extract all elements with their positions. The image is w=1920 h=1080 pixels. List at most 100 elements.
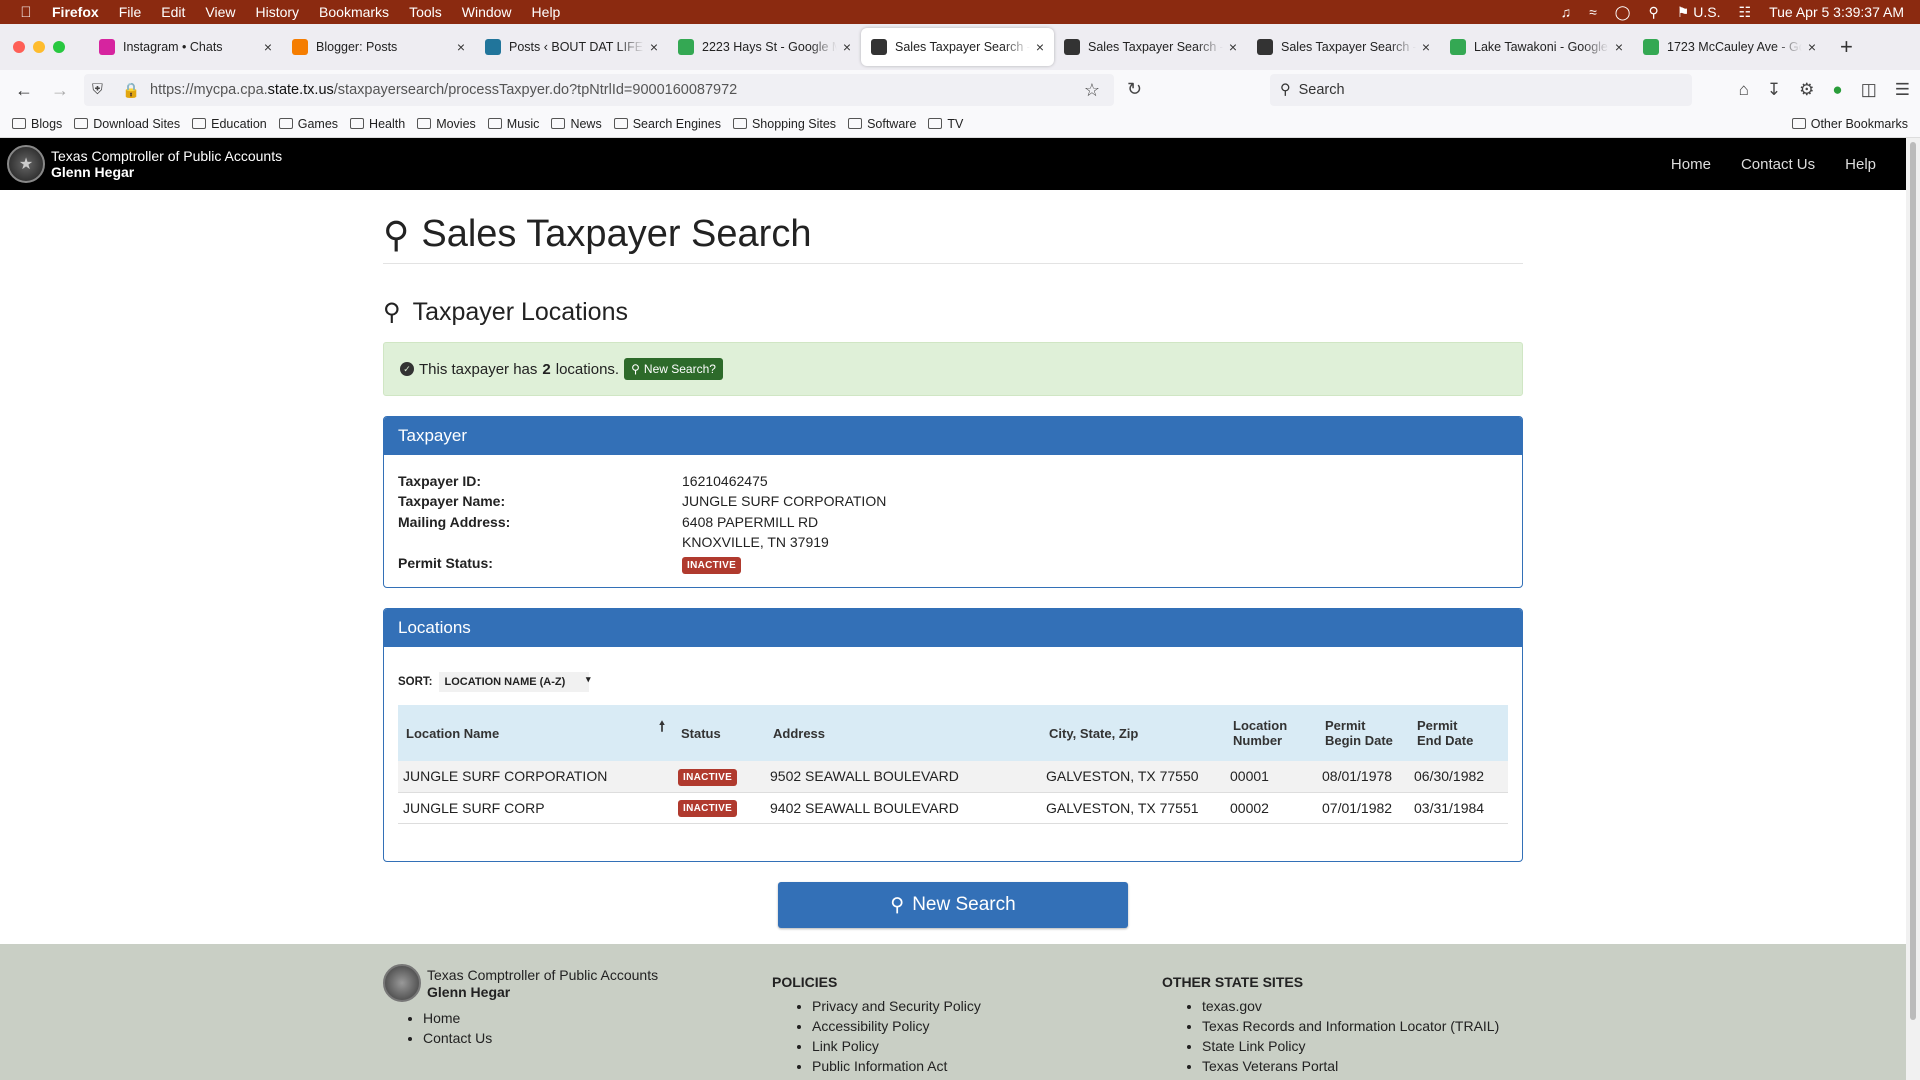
other-bookmarks[interactable]: Other Bookmarks <box>1791 117 1908 131</box>
menu-bookmarks[interactable]: Bookmarks <box>319 4 389 20</box>
lock-icon[interactable]: 🔒 <box>122 82 140 99</box>
hamburger-menu-icon[interactable]: ☰ <box>1895 80 1910 100</box>
browser-tab[interactable]: Sales Taxpayer Search - Search × <box>1247 28 1440 66</box>
settings-gear-icon[interactable]: ⚙ <box>1799 80 1814 100</box>
col-city-state-zip[interactable]: City, State, Zip <box>1041 705 1225 761</box>
menu-window[interactable]: Window <box>462 4 512 20</box>
close-window-button[interactable] <box>13 41 25 53</box>
col-location-name[interactable]: Location Name 🠕 <box>398 705 673 761</box>
policy-link-link[interactable]: Link Policy <box>812 1036 981 1056</box>
other-site-texas-gov-link[interactable]: texas.gov <box>1202 996 1499 1016</box>
col-permit-begin[interactable]: Permit Begin Date <box>1317 705 1409 761</box>
bookmark-folder[interactable]: Games <box>278 117 338 131</box>
new-tab-button[interactable]: + <box>1840 34 1853 60</box>
user-icon[interactable]: ◯ <box>1615 4 1631 21</box>
url-text[interactable]: https://mycpa.cpa.state.tx.us/staxpayers… <box>150 82 737 98</box>
close-tab-icon[interactable]: × <box>1229 39 1237 55</box>
table-row[interactable]: JUNGLE SURF CORPORATION INACTIVE 9502 SE… <box>398 761 1508 793</box>
browser-tab[interactable]: Posts ‹ BOUT DAT LIFE! — WordPress × <box>475 28 668 66</box>
nav-help-link[interactable]: Help <box>1845 156 1876 173</box>
bookmark-folder[interactable]: TV <box>928 117 963 131</box>
close-tab-icon[interactable]: × <box>650 39 658 55</box>
browser-tab[interactable]: Sales Taxpayer Search - Search × <box>1054 28 1247 66</box>
bookmark-folder[interactable]: News <box>551 117 602 131</box>
reload-icon[interactable]: ↻ <box>1127 79 1142 100</box>
policy-privacy-link[interactable]: Privacy and Security Policy <box>812 996 981 1016</box>
nav-home-link[interactable]: Home <box>1671 156 1711 173</box>
policy-accessibility-link[interactable]: Accessibility Policy <box>812 1016 981 1036</box>
menu-history[interactable]: History <box>255 4 299 20</box>
col-address[interactable]: Address <box>765 705 1041 761</box>
browser-tab[interactable]: 1723 McCauley Ave - Google Maps × <box>1633 28 1826 66</box>
texas-seal-icon[interactable]: ★ <box>7 145 45 183</box>
close-tab-icon[interactable]: × <box>1808 39 1816 55</box>
back-icon[interactable]: ← <box>12 80 36 101</box>
table-row[interactable]: JUNGLE SURF CORP INACTIVE 9402 SEAWALL B… <box>398 792 1508 824</box>
menu-view[interactable]: View <box>205 4 235 20</box>
new-search-small-button[interactable]: ⚲ New Search? <box>624 358 723 380</box>
wifi-icon[interactable]: ≈ <box>1589 4 1597 20</box>
close-tab-icon[interactable]: × <box>1036 39 1044 55</box>
close-tab-icon[interactable]: × <box>457 39 465 55</box>
menu-tools[interactable]: Tools <box>409 4 442 20</box>
other-site-link-policy-link[interactable]: State Link Policy <box>1202 1036 1499 1056</box>
url-bar[interactable]: ⛨ 🔒 https://mycpa.cpa.state.tx.us/staxpa… <box>84 74 1114 106</box>
col-location-number[interactable]: Location Number <box>1225 705 1317 761</box>
control-center-icon[interactable]: ☷ <box>1739 4 1752 21</box>
clock[interactable]: Tue Apr 5 3:39:37 AM <box>1769 4 1904 20</box>
footer-home-link[interactable]: Home <box>423 1008 583 1028</box>
bookmark-folder[interactable]: Music <box>487 117 539 131</box>
sort-up-arrow-icon[interactable]: 🠕 <box>659 716 665 740</box>
tracking-shield-icon[interactable]: ⛨ <box>92 82 112 98</box>
sidebar-icon[interactable]: ◫ <box>1861 80 1877 100</box>
new-search-button[interactable]: ⚲ New Search <box>778 882 1128 928</box>
menu-edit[interactable]: Edit <box>161 4 185 20</box>
download-icon[interactable]: ↧ <box>1767 80 1781 100</box>
bookmark-folder[interactable]: Software <box>848 117 916 131</box>
texas-seal-icon <box>1064 39 1080 55</box>
browser-tab[interactable]: Lake Tawakoni - Google Maps × <box>1440 28 1633 66</box>
col-permit-end[interactable]: Permit End Date <box>1409 705 1508 761</box>
other-site-veterans-link[interactable]: Texas Veterans Portal <box>1202 1056 1499 1076</box>
col-status[interactable]: Status <box>673 705 765 761</box>
apple-icon[interactable]:  <box>0 4 52 21</box>
close-tab-icon[interactable]: × <box>1615 39 1623 55</box>
sort-select[interactable]: LOCATION NAME (A-Z) ▾ <box>438 672 591 692</box>
close-tab-icon[interactable]: × <box>843 39 851 55</box>
search-bar[interactable]: ⚲ Search <box>1270 74 1692 106</box>
wordpress-icon <box>485 39 501 55</box>
home-icon[interactable]: ⌂ <box>1739 80 1749 100</box>
headphones-icon[interactable]: ♫ <box>1561 4 1572 20</box>
bookmark-folder[interactable]: Download Sites <box>74 117 180 131</box>
close-tab-icon[interactable]: × <box>264 39 272 55</box>
menu-app-name[interactable]: Firefox <box>52 4 99 20</box>
other-sites-list: texas.gov Texas Records and Information … <box>1162 996 1499 1076</box>
scrollbar-thumb[interactable] <box>1910 142 1916 1020</box>
extension-icon[interactable]: ● <box>1832 80 1842 100</box>
minimize-window-button[interactable] <box>33 41 45 53</box>
bookmark-folder[interactable]: Shopping Sites <box>732 117 836 131</box>
bookmark-star-icon[interactable]: ☆ <box>1084 80 1100 101</box>
browser-tab[interactable]: Instagram • Chats × <box>89 28 282 66</box>
bookmark-folder[interactable]: Health <box>350 117 405 131</box>
policy-pia-link[interactable]: Public Information Act <box>812 1056 981 1076</box>
forward-icon[interactable]: → <box>48 80 72 101</box>
browser-tab[interactable]: 2223 Hays St - Google Maps × <box>668 28 861 66</box>
bookmark-folder[interactable]: Search Engines <box>613 117 721 131</box>
browser-tab[interactable]: Blogger: Posts × <box>282 28 475 66</box>
other-site-trail-link[interactable]: Texas Records and Information Locator (T… <box>1202 1016 1499 1036</box>
bookmark-folder[interactable]: Blogs <box>12 117 62 131</box>
site-title[interactable]: Texas Comptroller of Public Accounts Gle… <box>51 148 282 180</box>
spotlight-search-icon[interactable]: ⚲ <box>1648 4 1658 21</box>
bookmark-folder[interactable]: Education <box>192 117 267 131</box>
menu-file[interactable]: File <box>119 4 142 20</box>
footer-contact-link[interactable]: Contact Us <box>423 1028 583 1048</box>
input-source[interactable]: ⚑ U.S. <box>1677 4 1721 21</box>
close-tab-icon[interactable]: × <box>1422 39 1430 55</box>
browser-tab[interactable]: Sales Taxpayer Search - Search × <box>861 28 1054 66</box>
zoom-window-button[interactable] <box>53 41 65 53</box>
nav-contact-link[interactable]: Contact Us <box>1741 156 1815 173</box>
page-scrollbar[interactable] <box>1906 138 1920 1080</box>
bookmark-folder[interactable]: Movies <box>417 117 476 131</box>
menu-help[interactable]: Help <box>532 4 561 20</box>
